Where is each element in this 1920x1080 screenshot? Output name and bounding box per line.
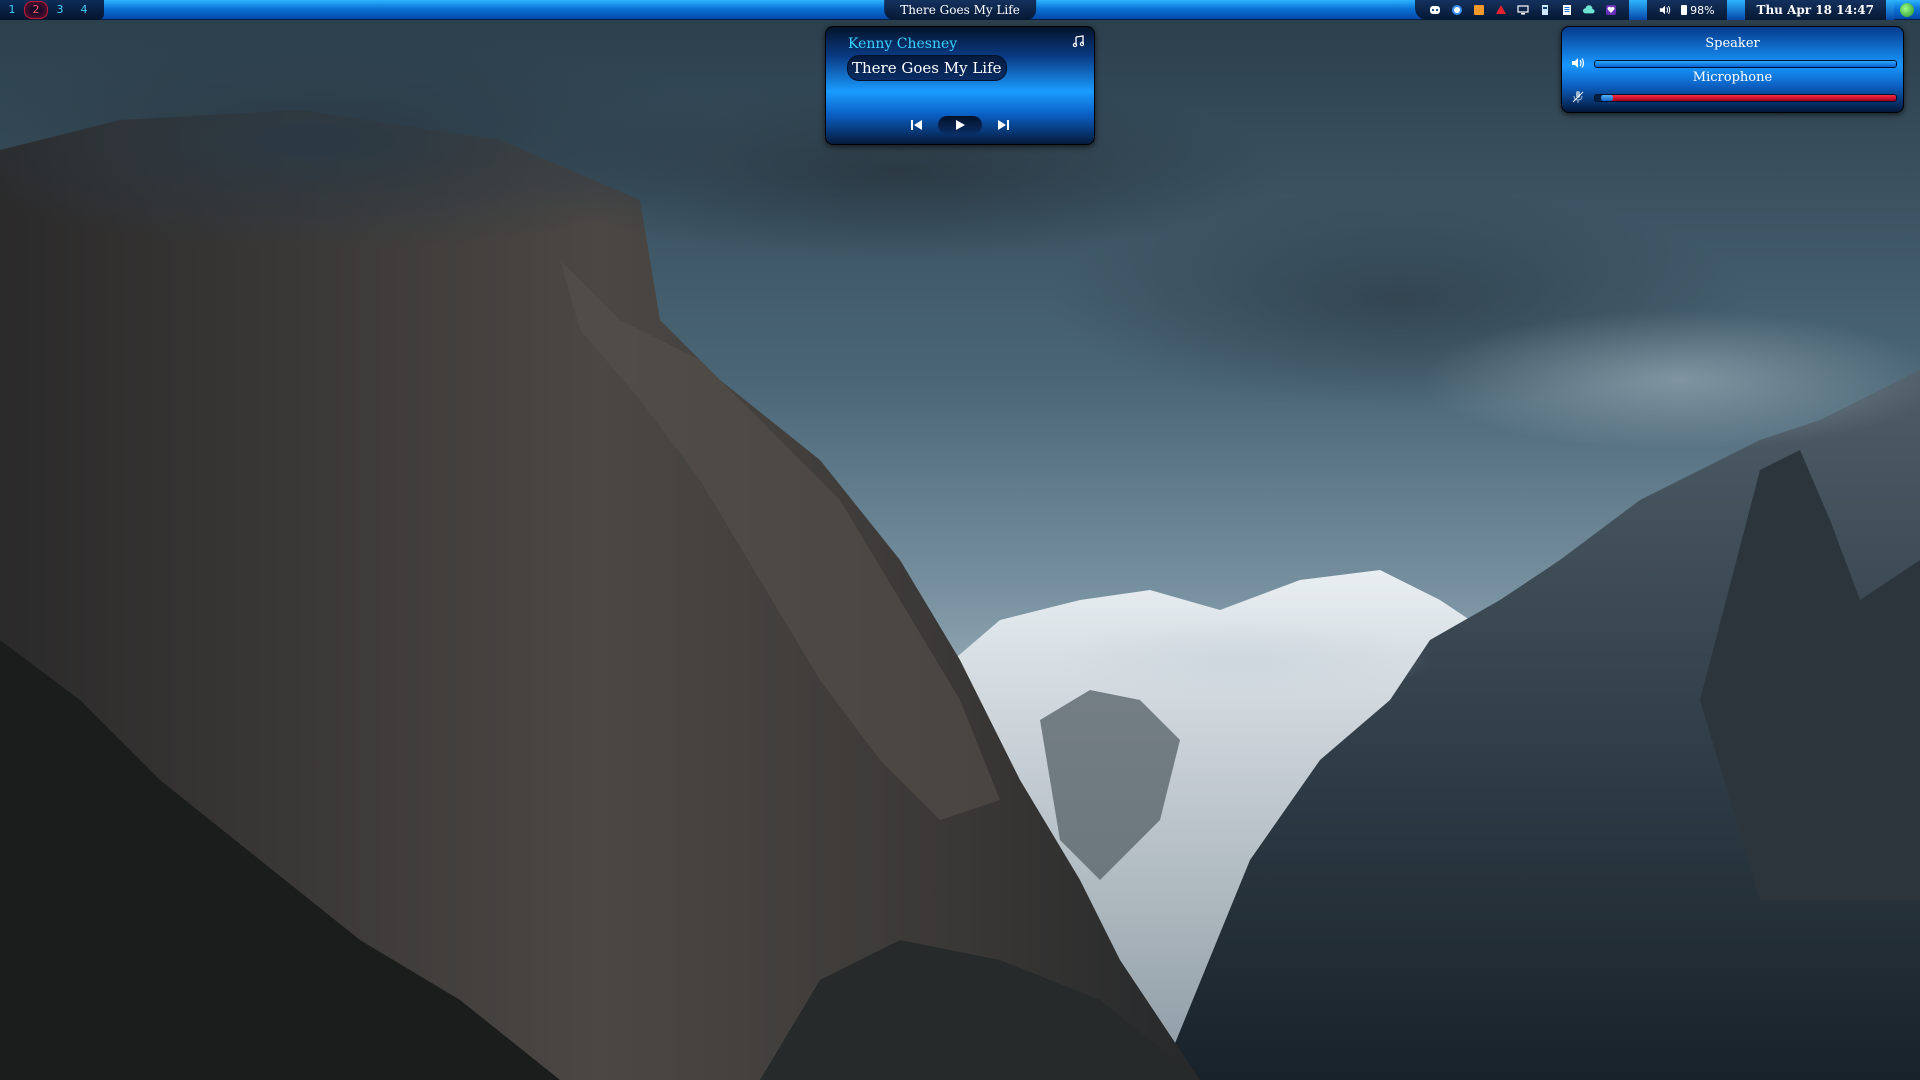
speaker-icon[interactable] xyxy=(1570,55,1586,71)
music-note-icon[interactable] xyxy=(1072,35,1085,51)
session-status-icon[interactable] xyxy=(1900,3,1914,17)
tray-separator xyxy=(1629,0,1648,20)
workspace-tag-2[interactable]: 2 xyxy=(24,0,48,20)
discord-icon[interactable] xyxy=(1429,4,1441,16)
tray-separator-2 xyxy=(1726,0,1745,20)
top-panel: 1 2 3 4 There Goes My Life 98% Thu Apr 1… xyxy=(0,0,1920,20)
previous-track-button[interactable] xyxy=(906,116,928,134)
volume-control-widget: Speaker Microphone xyxy=(1561,26,1904,113)
orange-square-icon[interactable] xyxy=(1473,4,1485,16)
cloud-icon[interactable] xyxy=(1583,4,1595,16)
blue-circle-icon[interactable] xyxy=(1451,4,1463,16)
battery-icon xyxy=(1681,5,1688,15)
microphone-volume-fill xyxy=(1607,95,1896,101)
tray-app-icon[interactable] xyxy=(1539,4,1551,16)
focused-window-title: There Goes My Life xyxy=(884,0,1036,20)
display-icon[interactable] xyxy=(1517,4,1529,16)
battery-percentage: 98% xyxy=(1690,3,1715,17)
workspace-tag-4[interactable]: 4 xyxy=(72,0,96,20)
workspace-tag-2-label: 2 xyxy=(24,1,48,19)
microphone-muted-icon[interactable] xyxy=(1570,89,1586,105)
music-player-widget: Kenny Chesney There Goes My Life xyxy=(825,26,1095,145)
tray-icons xyxy=(1415,0,1630,20)
microphone-label: Microphone xyxy=(1692,70,1773,85)
desktop-wallpaper xyxy=(0,0,1920,1080)
heart-icon[interactable] xyxy=(1605,4,1617,16)
track-title: There Goes My Life xyxy=(847,55,1007,81)
speaker-volume-slider[interactable] xyxy=(1594,60,1897,68)
clock-group: Thu Apr 18 14:47 xyxy=(1744,0,1886,20)
artist-name: Kenny Chesney xyxy=(848,36,958,52)
workspace-tags: 1 2 3 4 xyxy=(0,0,104,20)
microphone-volume-slider[interactable] xyxy=(1594,94,1897,102)
system-tray: 98% Thu Apr 18 14:47 xyxy=(1415,0,1920,20)
clock[interactable]: Thu Apr 18 14:47 xyxy=(1745,3,1886,17)
workspace-tag-1[interactable]: 1 xyxy=(0,0,24,20)
workspace-tag-3[interactable]: 3 xyxy=(48,0,72,20)
tray-status: 98% xyxy=(1647,0,1727,20)
battery-indicator[interactable]: 98% xyxy=(1681,3,1715,17)
speaker-volume-fill xyxy=(1595,61,1896,67)
microphone-slider-knob[interactable] xyxy=(1601,95,1614,101)
play-button[interactable] xyxy=(938,116,982,134)
red-alert-icon[interactable] xyxy=(1495,4,1507,16)
tray-separator-3 xyxy=(1886,0,1894,20)
document-icon[interactable] xyxy=(1561,4,1573,16)
volume-icon[interactable] xyxy=(1659,4,1671,16)
playback-controls xyxy=(826,116,1094,134)
next-track-button[interactable] xyxy=(992,116,1014,134)
speaker-label: Speaker xyxy=(1705,36,1760,51)
